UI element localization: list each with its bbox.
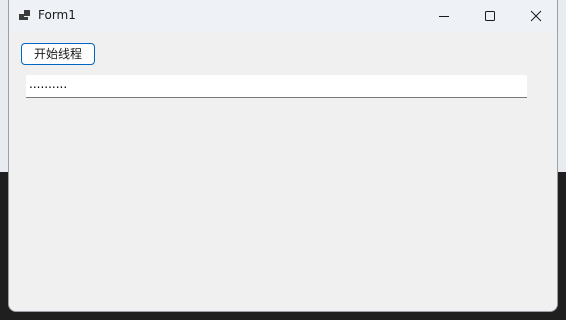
close-icon [530,10,542,22]
start-thread-button[interactable]: 开始线程 [21,43,95,65]
form1-window: Form1 开始线程 .......... [8,0,558,312]
minimize-icon [438,10,450,22]
form-client-area: 开始线程 .......... [9,31,557,311]
title-bar[interactable]: Form1 [9,0,557,31]
maximize-icon [484,10,496,22]
minimize-button[interactable] [421,0,467,31]
output-text-box[interactable]: .......... [26,75,527,98]
app-window-icon [18,8,32,22]
maximize-button[interactable] [467,0,513,31]
close-button[interactable] [513,0,557,31]
window-title: Form1 [38,8,76,22]
